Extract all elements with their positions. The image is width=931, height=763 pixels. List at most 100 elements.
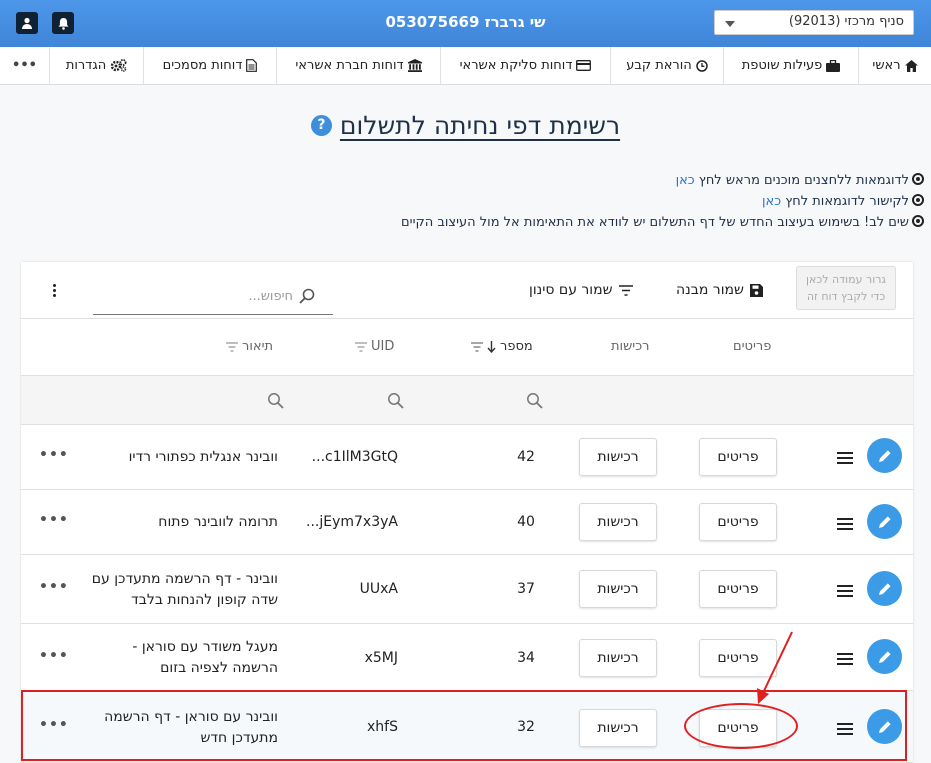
edit-icon[interactable] (867, 571, 902, 606)
details-button[interactable]: פריטים (699, 438, 777, 476)
search-icon[interactable] (526, 392, 543, 409)
nav-more-label: ••• (12, 58, 37, 73)
drag-handle-icon[interactable] (837, 653, 853, 668)
nav-doc-reports[interactable]: דוחות מסמכים (143, 47, 276, 84)
search-input[interactable]: חיפוש... (93, 278, 333, 315)
nav-clearing-reports-label: דוחות סליקת אשראי (459, 58, 573, 73)
group-hint-line-2: כדי לקבץ דוח זה (806, 290, 886, 303)
header-uid[interactable]: UID (355, 339, 394, 354)
note-link[interactable]: כאן (676, 173, 695, 188)
note-text: לדוגמאות ללחצנים מוכנים מראש לחץ (694, 173, 909, 188)
filter-row (21, 376, 913, 425)
sort-down-icon (487, 340, 496, 353)
briefcase-icon (826, 59, 841, 72)
grid-menu-icon[interactable] (53, 284, 57, 299)
grid-toolbar: גרור עמודה לכאן כדי לקבץ דוח זה שמור מבנ… (21, 262, 913, 319)
note-text: שים לב! בשימוש בעיצוב החדש של דף התשלום … (401, 215, 909, 230)
header-number-label: מספר (500, 339, 533, 354)
branch-select[interactable]: סניף מרכזי (92013) (714, 10, 914, 35)
note-item: שים לב! בשימוש בעיצוב החדש של דף התשלום … (401, 212, 924, 233)
purchases-button[interactable]: רכישות (579, 503, 657, 541)
nav-home[interactable]: ראשי (858, 47, 931, 84)
table-row[interactable]: פריטים רכישות 40 ...jEym7x3yA תרומה לווב… (21, 490, 913, 555)
highlight-oval (684, 703, 798, 749)
table-row[interactable]: פריטים רכישות 42 ...c1IlM3GtQ וובינר אנג… (21, 425, 913, 490)
details-button[interactable]: פריטים (699, 639, 777, 677)
row-number: 40 (517, 514, 535, 530)
row-description: וובינר אנגלית כפתורי רדיו (128, 449, 278, 465)
save-filter-label: שמור עם סינון (529, 282, 613, 298)
row-more-icon[interactable]: ••• (39, 579, 68, 595)
nav-doc-reports-label: דוחות מסמכים (162, 58, 243, 73)
purchases-button[interactable]: רכישות (579, 570, 657, 608)
row-more-icon[interactable]: ••• (39, 648, 68, 664)
table-row[interactable]: פריטים רכישות 34 x5MJ מעגל משודר עם סורא… (21, 624, 913, 691)
search-placeholder: חיפוש... (248, 288, 293, 304)
credit-card-icon (576, 60, 592, 71)
save-filter-button[interactable]: שמור עם סינון (529, 282, 633, 298)
branch-select-value: סניף מרכזי (92013) (788, 14, 904, 29)
note-item: לדוגמאות ללחצנים מוכנים מראש לחץ כאן (401, 170, 924, 191)
nav-standing-order-label: הוראת קבע (626, 58, 692, 73)
group-by-dropzone[interactable]: גרור עמודה לכאן כדי לקבץ דוח זה (796, 266, 896, 310)
filter-icon (226, 341, 238, 352)
save-layout-button[interactable]: שמור מבנה (676, 282, 763, 298)
search-icon[interactable] (387, 392, 404, 409)
nav-card-company-reports-label: דוחות חברת אשראי (295, 58, 404, 73)
nav-more-button[interactable]: ••• (0, 47, 49, 84)
header-uid-label: UID (371, 339, 395, 354)
group-hint-line-1: גרור עמודה לכאן (806, 273, 886, 286)
nav-settings[interactable]: הגדרות (49, 47, 143, 84)
header-purchases[interactable]: רכישות (611, 339, 649, 354)
grid-header: פריטים רכישות מספר UID תיאור (21, 319, 913, 376)
nav-clearing-reports[interactable]: דוחות סליקת אשראי (440, 47, 610, 84)
clock-icon (696, 59, 708, 72)
row-uid: ...jEym7x3yA (306, 514, 398, 530)
header-purchases-label: רכישות (611, 339, 650, 354)
nav-card-company-reports[interactable]: דוחות חברת אשראי (276, 47, 440, 84)
details-button[interactable]: פריטים (699, 503, 777, 541)
page-title-text: רשימת דפי נחיתה לתשלום (339, 111, 621, 140)
edit-icon[interactable] (867, 639, 902, 674)
note-text: לקישור לדוגמאות לחץ (781, 194, 909, 209)
purchases-button[interactable]: רכישות (579, 639, 657, 677)
details-button[interactable]: פריטים (699, 570, 777, 608)
row-more-icon[interactable]: ••• (39, 512, 68, 528)
nav-standing-order[interactable]: הוראת קבע (610, 47, 723, 84)
row-number: 34 (517, 650, 535, 666)
page-title: ? רשימת דפי נחיתה לתשלום (0, 111, 931, 140)
nav-home-label: ראשי (872, 58, 901, 73)
help-icon[interactable]: ? (310, 114, 332, 136)
notes-list: לדוגמאות ללחצנים מוכנים מראש לחץ כאן לקי… (401, 170, 924, 233)
nav-partner-label: פעילות שוטפת (741, 58, 823, 73)
nav-settings-label: הגדרות (65, 58, 107, 73)
document-icon (246, 59, 258, 72)
header-details-label: פריטים (733, 339, 772, 354)
edit-icon[interactable] (867, 504, 902, 539)
row-description: וובינר - דף הרשמה מתעדכן עם שדה קופון לה… (91, 571, 278, 608)
header-description[interactable]: תיאור (226, 339, 273, 354)
nav-partner[interactable]: פעילות שוטפת (723, 47, 858, 84)
dot-circle-icon (912, 173, 924, 185)
table-row[interactable]: פריטים רכישות 37 UUxA וובינר - דף הרשמה … (21, 555, 913, 624)
header-number[interactable]: מספר (471, 339, 533, 354)
filter-icon (471, 341, 483, 352)
floppy-icon (749, 283, 763, 297)
row-uid: UUxA (359, 581, 398, 597)
save-layout-label: שמור מבנה (676, 282, 744, 298)
drag-handle-icon[interactable] (837, 585, 853, 600)
purchases-button[interactable]: רכישות (579, 438, 657, 476)
search-icon[interactable] (267, 392, 284, 409)
note-link[interactable]: כאן (762, 194, 781, 209)
header-details[interactable]: פריטים (733, 339, 771, 354)
row-number: 42 (517, 449, 535, 465)
search-icon (299, 288, 315, 304)
row-uid: x5MJ (364, 650, 398, 666)
edit-icon[interactable] (867, 438, 902, 473)
row-description: מעגל משודר עם סוראן - הרשמה לצפיה בזום (132, 639, 278, 676)
filter-icon (618, 284, 633, 296)
dot-circle-icon (912, 194, 924, 206)
drag-handle-icon[interactable] (837, 452, 853, 467)
row-more-icon[interactable]: ••• (39, 447, 68, 463)
drag-handle-icon[interactable] (837, 518, 853, 533)
